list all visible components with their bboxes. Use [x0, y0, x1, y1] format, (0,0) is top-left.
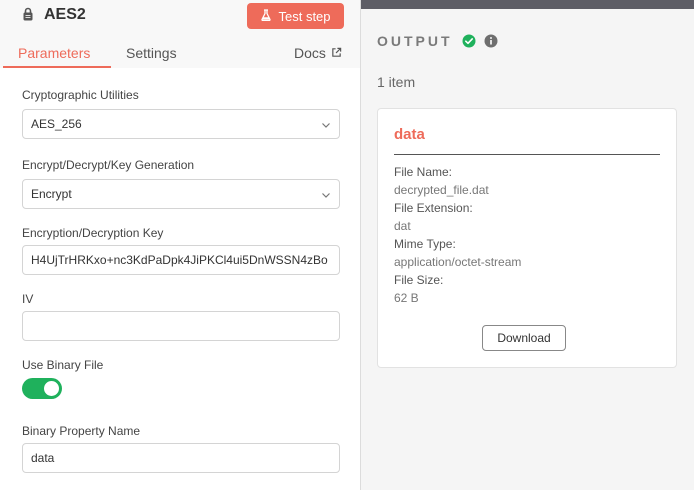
iv-label: IV: [22, 292, 34, 306]
aes-lock-icon: [21, 7, 35, 21]
crypto-utilities-value: AES_256: [31, 117, 82, 131]
operation-select[interactable]: Encrypt: [22, 179, 340, 209]
file-extension-label: File Extension:: [394, 201, 473, 215]
operation-value: Encrypt: [31, 187, 72, 201]
chevron-down-icon: [321, 189, 331, 199]
docs-label: Docs: [294, 45, 326, 61]
test-step-button[interactable]: Test step: [247, 3, 344, 29]
active-tab-indicator: [3, 66, 111, 68]
download-button[interactable]: Download: [482, 325, 566, 351]
binary-property-label: Binary Property Name: [22, 424, 141, 438]
chevron-down-icon: [321, 119, 331, 129]
file-name-value: decrypted_file.dat: [394, 183, 489, 197]
file-size-label: File Size:: [394, 273, 444, 287]
flask-icon: [260, 8, 272, 24]
success-check-icon: [462, 34, 476, 48]
iv-input[interactable]: [22, 311, 340, 341]
node-title: AES2: [44, 6, 86, 23]
parameters-panel: AES2 Test step Parameters Settings Docs …: [0, 0, 361, 490]
use-binary-toggle[interactable]: [22, 378, 62, 399]
card-divider: [394, 154, 660, 155]
mime-type-label: Mime Type:: [394, 237, 456, 251]
use-binary-label: Use Binary File: [22, 358, 104, 372]
toggle-knob: [44, 381, 59, 396]
crypto-utilities-label: Cryptographic Utilities: [22, 88, 139, 102]
item-count: 1 item: [377, 74, 416, 90]
key-value: H4UjTrHRKxo+nc3KdPaDpk4JiPKCl4ui5DnWSSN4…: [31, 253, 328, 267]
file-name-label: File Name:: [394, 165, 453, 179]
file-size-value: 62 B: [394, 291, 419, 305]
key-label: Encryption/Decryption Key: [22, 226, 164, 240]
operation-label: Encrypt/Decrypt/Key Generation: [22, 158, 195, 172]
test-step-label: Test step: [278, 8, 331, 24]
external-link-icon: [331, 44, 342, 62]
crypto-utilities-select[interactable]: AES_256: [22, 109, 340, 139]
binary-property-value: data: [31, 451, 55, 465]
tab-parameters[interactable]: Parameters: [18, 44, 90, 62]
tab-settings[interactable]: Settings: [126, 44, 177, 62]
binary-property-title: data: [394, 126, 425, 143]
file-extension-value: dat: [394, 219, 411, 233]
output-title: OUTPUT: [377, 33, 453, 49]
tab-docs[interactable]: Docs: [294, 44, 342, 62]
key-input[interactable]: H4UjTrHRKxo+nc3KdPaDpk4JiPKCl4ui5DnWSSN4…: [22, 245, 340, 275]
mime-type-value: application/octet-stream: [394, 255, 522, 269]
top-bar: [361, 0, 694, 9]
info-icon[interactable]: [484, 34, 498, 48]
binary-property-input[interactable]: data: [22, 443, 340, 473]
